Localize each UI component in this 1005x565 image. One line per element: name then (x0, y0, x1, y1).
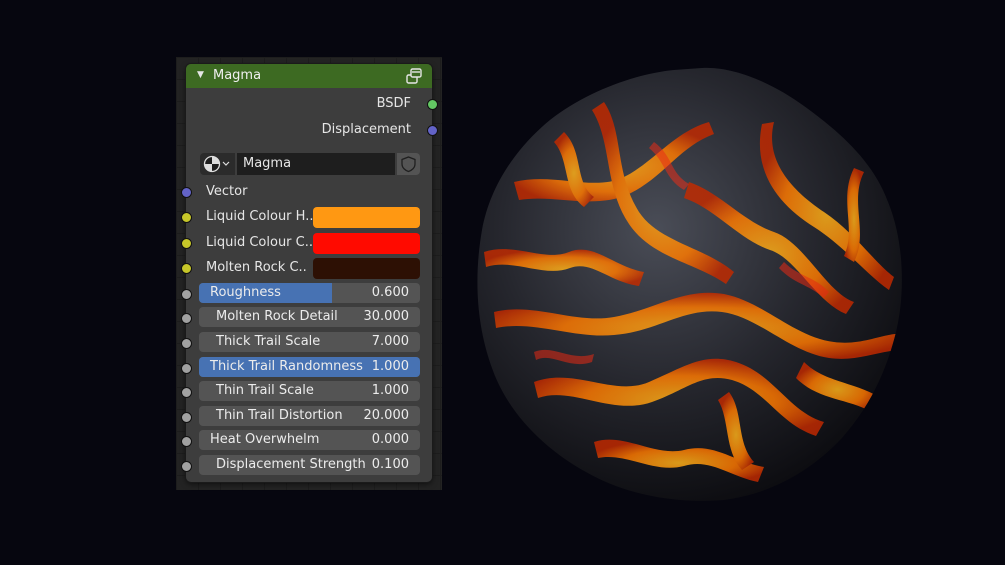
input-label-liquid-colour-hot: Liquid Colour H.. (206, 209, 314, 224)
slider-value: 7.000 (371, 334, 409, 349)
slider-molten-rock-detail[interactable]: Molten Rock Detail 30.000 (199, 307, 420, 327)
input-socket-roughness[interactable] (181, 289, 192, 300)
slider-thin-trail-distortion[interactable]: Thin Trail Distortion 20.000 (199, 406, 420, 426)
output-socket-displacement[interactable] (427, 125, 438, 136)
material-browse-button[interactable] (200, 153, 235, 175)
input-socket-thick-trail-randomness[interactable] (181, 363, 192, 374)
node-group-icon[interactable] (406, 68, 422, 84)
input-label-liquid-colour-cold: Liquid Colour C.. (206, 235, 313, 250)
slider-thick-trail-scale[interactable]: Thick Trail Scale 7.000 (199, 332, 420, 352)
slider-value: 0.000 (371, 432, 409, 447)
input-socket-thin-trail-scale[interactable] (181, 387, 192, 398)
slider-thick-trail-randomness[interactable]: Thick Trail Randomness 1.000 (199, 357, 420, 377)
slider-value: 20.000 (363, 408, 410, 423)
slider-label: Thick Trail Scale (216, 334, 321, 349)
input-socket-heat-overwhelm[interactable] (181, 436, 192, 447)
input-socket-displacement-strength[interactable] (181, 461, 192, 472)
node-title: Magma (213, 68, 262, 83)
output-socket-bsdf[interactable] (427, 99, 438, 110)
magma-node[interactable]: ▼ Magma BSDF Displacement Magma Vector L… (181, 64, 438, 482)
slider-heat-overwhelm[interactable]: Heat Overwhelm 0.000 (199, 430, 420, 450)
input-socket-molten-rock-detail[interactable] (181, 313, 192, 324)
slider-label: Thin Trail Distortion (216, 408, 343, 423)
slider-label: Thin Trail Scale (216, 383, 314, 398)
output-label-displacement: Displacement (321, 122, 411, 137)
slider-label: Roughness (210, 285, 281, 300)
slider-value: 1.000 (371, 359, 409, 374)
slider-label: Molten Rock Detail (216, 309, 338, 324)
slider-roughness[interactable]: Roughness 0.600 (199, 283, 420, 303)
slider-value: 0.100 (371, 457, 409, 472)
material-sphere-icon (203, 155, 230, 173)
color-swatch-liquid-colour-hot[interactable] (313, 207, 420, 228)
slider-label: Thick Trail Randomness (210, 359, 363, 374)
slider-label: Heat Overwhelm (210, 432, 320, 447)
input-socket-liquid-colour-hot[interactable] (181, 212, 192, 223)
chevron-down-icon (222, 161, 230, 166)
input-label-vector: Vector (206, 184, 248, 199)
node-header[interactable]: ▼ Magma (186, 64, 432, 88)
magma-sphere-render (477, 67, 902, 501)
slider-thin-trail-scale[interactable]: Thin Trail Scale 1.000 (199, 381, 420, 401)
slider-value: 0.600 (371, 285, 409, 300)
input-socket-thick-trail-scale[interactable] (181, 338, 192, 349)
fake-user-button[interactable] (397, 153, 420, 175)
slider-displacement-strength[interactable]: Displacement Strength 0.100 (199, 455, 420, 475)
output-label-bsdf: BSDF (376, 96, 411, 111)
collapse-arrow-icon[interactable]: ▼ (197, 70, 204, 80)
input-label-molten-rock-colour: Molten Rock C.. (206, 260, 307, 275)
shield-icon (401, 156, 416, 173)
color-swatch-molten-rock-colour[interactable] (313, 258, 420, 279)
material-datablock-selector: Magma (200, 153, 420, 175)
slider-label: Displacement Strength (216, 457, 366, 472)
material-name-field[interactable]: Magma (237, 153, 395, 175)
color-swatch-liquid-colour-cold[interactable] (313, 233, 420, 254)
input-socket-molten-rock-colour[interactable] (181, 263, 192, 274)
input-socket-liquid-colour-cold[interactable] (181, 238, 192, 249)
slider-value: 30.000 (363, 309, 410, 324)
input-socket-thin-trail-distortion[interactable] (181, 412, 192, 423)
slider-value: 1.000 (371, 383, 409, 398)
input-socket-vector[interactable] (181, 187, 192, 198)
